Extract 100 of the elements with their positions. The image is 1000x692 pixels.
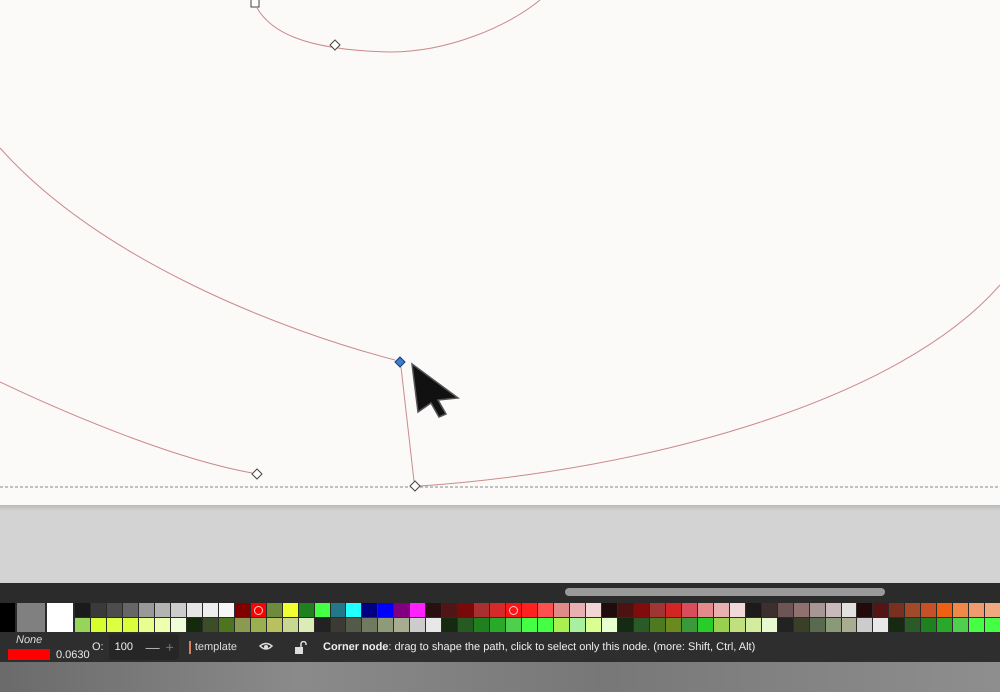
color-swatch[interactable] bbox=[794, 603, 809, 617]
node-handle[interactable] bbox=[329, 39, 341, 51]
color-swatch[interactable] bbox=[426, 603, 442, 617]
color-swatch[interactable] bbox=[314, 618, 330, 632]
color-swatch[interactable] bbox=[905, 618, 920, 632]
color-swatch[interactable] bbox=[490, 603, 506, 617]
color-swatch[interactable] bbox=[538, 618, 554, 632]
color-swatch[interactable] bbox=[458, 618, 474, 632]
color-swatch[interactable] bbox=[90, 618, 106, 632]
color-swatch[interactable] bbox=[122, 618, 138, 632]
color-swatch[interactable] bbox=[522, 618, 538, 632]
color-swatch[interactable] bbox=[554, 603, 570, 617]
color-swatch[interactable] bbox=[250, 603, 266, 617]
color-swatch[interactable] bbox=[937, 618, 952, 632]
color-swatch[interactable] bbox=[522, 603, 538, 617]
unlocked-padlock-icon[interactable] bbox=[295, 640, 308, 654]
color-swatch[interactable] bbox=[234, 618, 250, 632]
color-swatch[interactable] bbox=[474, 603, 490, 617]
color-swatch[interactable] bbox=[346, 618, 362, 632]
color-swatch[interactable] bbox=[714, 603, 729, 617]
color-swatch[interactable] bbox=[746, 618, 761, 632]
color-swatch[interactable] bbox=[138, 618, 154, 632]
color-swatch[interactable] bbox=[410, 603, 426, 617]
color-swatch[interactable] bbox=[0, 603, 15, 632]
color-swatch[interactable] bbox=[378, 618, 394, 632]
color-swatch[interactable] bbox=[202, 618, 218, 632]
color-swatch[interactable] bbox=[714, 618, 729, 632]
color-swatch[interactable] bbox=[154, 603, 170, 617]
color-swatch[interactable] bbox=[138, 603, 154, 617]
color-swatch[interactable] bbox=[394, 603, 410, 617]
color-swatch[interactable] bbox=[282, 618, 298, 632]
color-swatch[interactable] bbox=[634, 618, 649, 632]
color-swatch[interactable] bbox=[650, 603, 665, 617]
color-swatch[interactable] bbox=[969, 618, 984, 632]
color-swatch[interactable] bbox=[442, 603, 458, 617]
color-swatch[interactable] bbox=[810, 603, 825, 617]
eye-icon[interactable] bbox=[259, 642, 274, 652]
color-swatch[interactable] bbox=[122, 603, 138, 617]
color-swatch[interactable] bbox=[889, 603, 904, 617]
color-swatch[interactable] bbox=[602, 618, 617, 632]
color-swatch[interactable] bbox=[937, 603, 952, 617]
layer-name[interactable]: template bbox=[194, 641, 238, 653]
color-swatch[interactable] bbox=[538, 603, 554, 617]
color-swatch[interactable] bbox=[298, 603, 314, 617]
color-swatch[interactable] bbox=[921, 618, 936, 632]
color-swatch[interactable] bbox=[602, 603, 617, 617]
color-swatch[interactable] bbox=[730, 603, 745, 617]
color-swatch[interactable] bbox=[47, 603, 73, 632]
color-swatch[interactable] bbox=[218, 618, 234, 632]
node-handle[interactable] bbox=[394, 356, 406, 368]
color-swatch[interactable] bbox=[266, 603, 282, 617]
color-swatch[interactable] bbox=[426, 618, 442, 632]
color-swatch[interactable] bbox=[218, 603, 234, 617]
node-handle[interactable] bbox=[409, 480, 421, 492]
opacity-field[interactable]: 100 — + bbox=[108, 634, 179, 660]
color-swatch[interactable] bbox=[921, 603, 936, 617]
color-swatch[interactable] bbox=[75, 618, 90, 632]
color-swatch[interactable] bbox=[905, 603, 920, 617]
color-swatch[interactable] bbox=[618, 618, 633, 632]
color-swatch[interactable] bbox=[618, 603, 633, 617]
color-swatch[interactable] bbox=[362, 618, 378, 632]
color-swatch[interactable] bbox=[506, 618, 522, 632]
color-swatch[interactable] bbox=[730, 618, 745, 632]
color-swatch[interactable] bbox=[490, 618, 506, 632]
color-swatch[interactable] bbox=[554, 618, 570, 632]
color-swatch[interactable] bbox=[154, 618, 170, 632]
color-swatch[interactable] bbox=[666, 603, 681, 617]
color-swatch[interactable] bbox=[985, 618, 1000, 632]
color-swatch[interactable] bbox=[746, 603, 761, 617]
color-swatch[interactable] bbox=[857, 603, 872, 617]
decrement-button[interactable]: — bbox=[144, 639, 161, 655]
stroke-swatch[interactable] bbox=[8, 649, 50, 660]
color-swatch[interactable] bbox=[985, 603, 1000, 617]
color-swatch[interactable] bbox=[778, 603, 793, 617]
color-swatch[interactable] bbox=[410, 618, 426, 632]
color-swatch[interactable] bbox=[778, 618, 793, 632]
color-swatch[interactable] bbox=[953, 618, 968, 632]
color-swatch[interactable] bbox=[586, 618, 601, 632]
color-swatch[interactable] bbox=[682, 618, 697, 632]
color-swatch[interactable] bbox=[186, 603, 202, 617]
color-swatch[interactable] bbox=[106, 603, 122, 617]
color-swatch[interactable] bbox=[474, 618, 490, 632]
color-swatch[interactable] bbox=[330, 603, 346, 617]
color-swatch[interactable] bbox=[842, 603, 856, 617]
color-swatch[interactable] bbox=[857, 618, 872, 632]
color-swatch[interactable] bbox=[570, 603, 585, 617]
color-swatch[interactable] bbox=[90, 603, 106, 617]
color-swatch[interactable] bbox=[266, 618, 282, 632]
color-swatch[interactable] bbox=[170, 618, 186, 632]
color-swatch[interactable] bbox=[794, 618, 809, 632]
color-swatch[interactable] bbox=[282, 603, 298, 617]
color-swatch[interactable] bbox=[186, 618, 202, 632]
color-swatch[interactable] bbox=[953, 603, 968, 617]
color-swatch[interactable] bbox=[442, 618, 458, 632]
color-swatch[interactable] bbox=[106, 618, 122, 632]
color-swatch[interactable] bbox=[458, 603, 474, 617]
color-swatch[interactable] bbox=[873, 603, 888, 617]
color-swatch[interactable] bbox=[314, 603, 330, 617]
color-swatch[interactable] bbox=[506, 603, 522, 617]
color-swatch[interactable] bbox=[17, 603, 45, 632]
